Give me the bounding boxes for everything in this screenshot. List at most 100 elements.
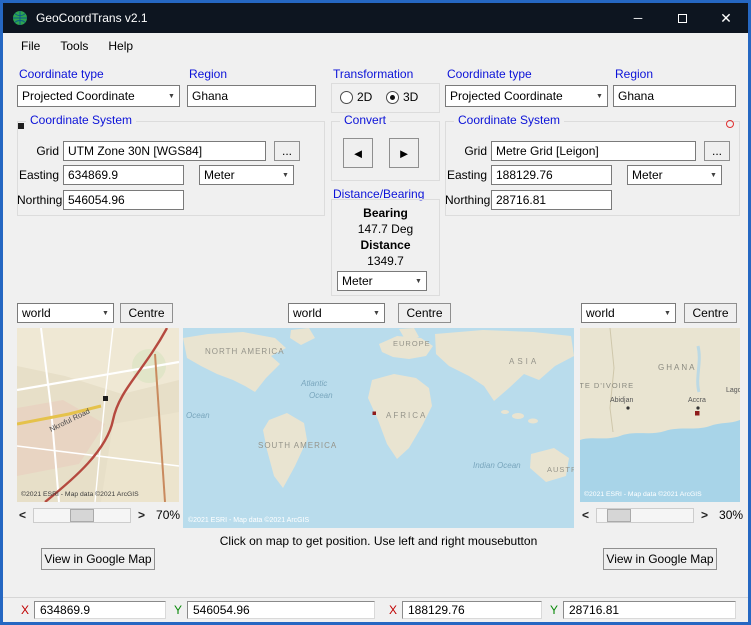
target-unit-select[interactable]: Meter ▼ — [627, 165, 722, 185]
dropdown-arrow-icon: ▼ — [710, 171, 717, 179]
bearing-caption: Bearing — [363, 206, 408, 220]
abidjan-city-dot — [626, 406, 630, 410]
target-grid-input[interactable] — [491, 141, 696, 161]
source-unit-select[interactable]: Meter ▼ — [199, 165, 294, 185]
convert-left-button[interactable]: ◄ — [343, 138, 373, 168]
source-coordinate-type-label: Coordinate type — [19, 67, 104, 81]
target-y-field: 28716.81 — [563, 601, 736, 619]
close-button[interactable]: ✕ — [704, 3, 748, 33]
minimize-button[interactable]: ─ — [616, 3, 660, 33]
right-map-attribution: ©2021 ESRI - Map data ©2021 ArcGIS — [584, 490, 702, 498]
right-view-google-map-button[interactable]: View in Google Map — [603, 548, 717, 570]
source-status-square-indicator — [18, 123, 24, 129]
left-street-map[interactable]: Nkroful Road ©2021 ESRI - Map data ©2021… — [17, 328, 179, 502]
middle-map-centre-button[interactable]: Centre — [398, 303, 451, 323]
map-label-atlantic-1: Atlantic — [300, 379, 327, 388]
world-map[interactable]: NORTH AMERICA EUROPE ASIA Atlantic Ocean… — [183, 328, 574, 528]
target-northing-input[interactable] — [491, 190, 612, 210]
right-zoom-thumb[interactable] — [607, 508, 632, 522]
map-label-north-america: NORTH AMERICA — [205, 347, 285, 356]
left-zoom-thumb[interactable] — [70, 508, 95, 522]
middle-map-view-select[interactable]: world ▼ — [288, 303, 385, 323]
status-bar: X 634869.9 Y 546054.96 X 188129.76 Y 287… — [3, 597, 748, 622]
convert-label: Convert — [340, 113, 391, 127]
map-hint-text: Click on map to get position. Use left a… — [219, 534, 538, 548]
accra-city-dot — [696, 406, 700, 410]
right-map-zoom-control: < > 30% — [580, 507, 748, 523]
right-zoom-slider[interactable] — [596, 507, 695, 523]
target-easting-input[interactable] — [491, 165, 612, 185]
target-status-circle-indicator — [726, 120, 734, 128]
right-region-map[interactable]: GHANA CÔTE D'IVOIRE Abidjan Accra Lagos … — [580, 328, 740, 502]
dropdown-arrow-icon: ▼ — [282, 171, 289, 179]
title-bar: GeoCoordTrans v2.1 ─ ✕ — [3, 3, 748, 33]
source-northing-label: Northing — [17, 193, 63, 207]
source-region-input[interactable] — [187, 85, 316, 107]
target-region-input[interactable] — [613, 85, 736, 107]
middle-map-view-value: world — [293, 306, 322, 320]
maximize-icon — [677, 13, 687, 23]
target-x-field: 188129.76 — [402, 601, 542, 619]
left-map-zoom-control: < > 70% — [17, 507, 197, 523]
target-easting-label: Easting — [446, 168, 487, 182]
source-region-label: Region — [189, 67, 228, 81]
target-position-marker — [695, 411, 700, 416]
map-label-europe: EUROPE — [393, 339, 431, 348]
convert-right-button[interactable]: ► — [389, 138, 419, 168]
zoom-out-button[interactable]: < — [17, 508, 28, 522]
right-map-centre-button[interactable]: Centre — [684, 303, 737, 323]
menu-tools[interactable]: Tools — [50, 35, 98, 57]
source-coordinate-type-value: Projected Coordinate — [22, 89, 135, 103]
left-map-view-select[interactable]: world ▼ — [17, 303, 114, 323]
dropdown-arrow-icon: ▼ — [415, 277, 422, 285]
source-easting-input[interactable] — [63, 165, 184, 185]
source-y-field: 546054.96 — [187, 601, 375, 619]
dropdown-arrow-icon: ▼ — [596, 92, 603, 100]
source-northing-input[interactable] — [63, 190, 184, 210]
source-coordinate-type-select[interactable]: Projected Coordinate ▼ — [17, 85, 180, 107]
target-coordinate-type-select[interactable]: Projected Coordinate ▼ — [445, 85, 608, 107]
source-grid-input[interactable] — [63, 141, 266, 161]
zoom-in-button[interactable]: > — [136, 508, 147, 522]
source-x-label: X — [21, 603, 30, 617]
right-map-view-select[interactable]: world ▼ — [581, 303, 676, 323]
target-x-label: X — [389, 603, 398, 617]
dropdown-arrow-icon: ▼ — [373, 309, 380, 317]
radio-2d-label: 2D — [357, 90, 373, 104]
app-window: GeoCoordTrans v2.1 ─ ✕ File Tools Help C… — [0, 0, 751, 625]
zoom-out-button[interactable]: < — [580, 508, 591, 522]
radio-3d[interactable]: 3D — [386, 90, 418, 104]
target-coordinate-type-label: Coordinate type — [447, 67, 532, 81]
map-label-asia: ASIA — [509, 357, 539, 366]
target-coordinate-system-label: Coordinate System — [454, 113, 565, 127]
menu-help[interactable]: Help — [98, 35, 143, 57]
map-label-abidjan: Abidjan — [610, 397, 633, 404]
dropdown-arrow-icon: ▼ — [102, 309, 109, 317]
distance-unit-select[interactable]: Meter ▼ — [337, 271, 427, 291]
target-y-label: Y — [550, 603, 559, 617]
source-grid-browse-button[interactable]: ... — [274, 141, 300, 161]
radio-2d[interactable]: 2D — [340, 90, 372, 104]
map-label-pacific: Ocean — [186, 411, 210, 420]
radio-3d-label: 3D — [403, 90, 419, 104]
right-zoom-level: 30% — [719, 508, 744, 522]
left-map-attribution: ©2021 ESRI - Map data ©2021 ArcGIS — [21, 490, 139, 498]
right-map-view-value: world — [586, 306, 615, 320]
distance-unit-value: Meter — [342, 274, 373, 288]
maximize-button[interactable] — [660, 3, 704, 33]
zoom-in-button[interactable]: > — [699, 508, 710, 522]
radio-2d-circle-icon — [340, 90, 353, 104]
map-label-accra: Accra — [688, 397, 706, 404]
window-controls: ─ ✕ — [616, 3, 748, 33]
target-grid-browse-button[interactable]: ... — [704, 141, 730, 161]
source-position-marker — [103, 396, 108, 401]
menu-file[interactable]: File — [11, 35, 50, 57]
dropdown-arrow-icon: ▼ — [664, 309, 671, 317]
target-northing-label: Northing — [445, 193, 491, 207]
left-zoom-slider[interactable] — [33, 507, 132, 523]
left-view-google-map-button[interactable]: View in Google Map — [41, 548, 155, 570]
lake-volta — [696, 345, 701, 393]
distance-caption: Distance — [360, 238, 411, 252]
left-map-centre-button[interactable]: Centre — [120, 303, 173, 323]
map-label-ghana: GHANA — [658, 363, 696, 372]
